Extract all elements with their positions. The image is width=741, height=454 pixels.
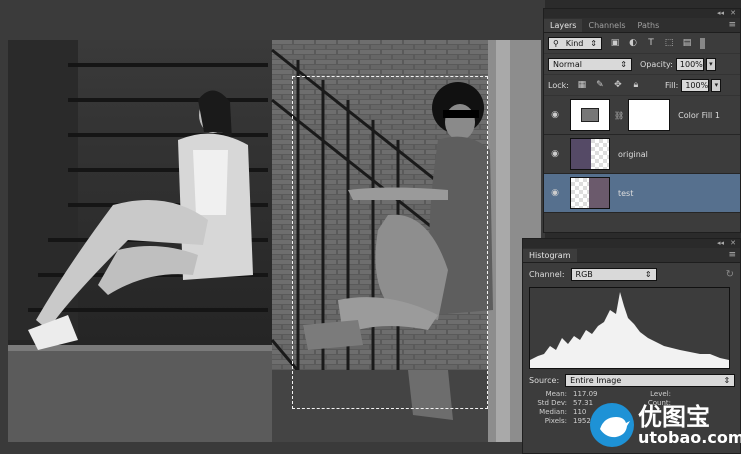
smart-object-filter-icon[interactable]: ▤ [682, 38, 692, 48]
tab-layers[interactable]: Layers [544, 19, 583, 32]
lock-label: Lock: [548, 80, 569, 90]
fill-label: Fill: [664, 80, 679, 90]
watermark-title: 优图宝 [638, 403, 710, 431]
layer-row-original[interactable]: ◉ original [544, 135, 740, 174]
blend-mode-select[interactable]: Normal ⇕ [548, 57, 632, 71]
layer-thumbnail [570, 99, 610, 131]
bird-logo-icon [590, 403, 634, 447]
chevron-down-icon: ⇕ [644, 270, 652, 279]
source-value: Entire Image [570, 376, 622, 385]
opacity-label: Opacity: [640, 59, 673, 69]
channel-row: Channel: RGB ⇕ ↻ [529, 268, 734, 281]
watermark: 优图宝 utobao.com [586, 396, 741, 454]
eye-icon[interactable]: ◉ [544, 110, 566, 120]
search-icon: ⚲ [553, 38, 559, 48]
layer-row-color-fill[interactable]: ◉ ⛓ Color Fill 1 [544, 96, 740, 135]
link-icon[interactable]: ⛓ [614, 111, 624, 120]
chevron-down-icon: ⇕ [590, 38, 597, 48]
pixel-filter-icon[interactable]: ▣ [610, 38, 620, 48]
filter-row: ⚲ Kind ⇕ ▣ ◐ T ⬚ ▤ [544, 33, 740, 54]
panel-topbar: ◂◂ ✕ [544, 9, 740, 18]
chevron-down-icon: ⇕ [723, 376, 731, 385]
filter-kind-value: Kind [565, 38, 584, 48]
mean-label: Mean: [545, 390, 567, 398]
blend-mode-value: Normal [553, 59, 582, 69]
lock-pixels-icon[interactable]: ✎ [595, 80, 605, 90]
blend-row: Normal ⇕ Opacity: 100% ▾ [544, 54, 740, 75]
channel-select[interactable]: RGB ⇕ [570, 268, 657, 281]
layers-tabs: Layers Channels Paths ≡ [544, 18, 740, 33]
median-label: Median: [539, 408, 567, 416]
fill-input[interactable]: 100% [681, 78, 710, 92]
stddev-label: Std Dev: [537, 399, 567, 407]
channel-label: Channel: [529, 270, 565, 279]
type-filter-icon[interactable]: T [646, 38, 656, 48]
opacity-input[interactable]: 100% [675, 57, 704, 71]
document-image[interactable] [8, 40, 541, 442]
layers-panel: ◂◂ ✕ Layers Channels Paths ≡ ⚲ Kind ⇕ ▣ … [543, 8, 741, 233]
fill-dropdown-icon[interactable]: ▾ [711, 78, 722, 92]
lock-transparent-icon[interactable]: ▦ [577, 80, 587, 90]
tab-channels[interactable]: Channels [582, 19, 631, 32]
histogram-graph [529, 287, 730, 369]
shape-filter-icon[interactable]: ⬚ [664, 38, 674, 48]
layer-name: test [618, 188, 634, 198]
histogram-tabs: Histogram ≡ [523, 248, 740, 263]
layer-row-test[interactable]: ◉ test [544, 174, 740, 213]
filter-toggle-icon[interactable] [700, 37, 705, 49]
histogram-curve [530, 288, 729, 368]
layer-mask-thumbnail [628, 99, 671, 131]
lock-position-icon[interactable]: ✥ [613, 80, 623, 90]
panel-topbar: ◂◂ ✕ [523, 239, 740, 248]
layer-name: Color Fill 1 [678, 110, 720, 120]
lock-row: Lock: ▦ ✎ ✥ 🔒︎ Fill: 100% ▾ [544, 75, 740, 96]
refresh-icon[interactable]: ↻ [726, 269, 734, 280]
layer-thumbnail [570, 177, 610, 209]
document-canvas[interactable] [0, 0, 545, 454]
watermark-url: utobao.com [638, 428, 741, 447]
close-icon[interactable]: ✕ [730, 9, 736, 17]
panel-menu-icon[interactable]: ≡ [728, 20, 736, 30]
layer-name: original [618, 149, 648, 159]
close-icon[interactable]: ✕ [730, 239, 736, 247]
source-select[interactable]: Entire Image ⇕ [565, 374, 736, 387]
panel-menu-icon[interactable]: ≡ [728, 250, 736, 260]
eye-icon[interactable]: ◉ [544, 149, 566, 159]
layer-thumbnail [570, 138, 610, 170]
collapse-icon[interactable]: ◂◂ [717, 239, 724, 247]
canvas-pasteboard [0, 0, 545, 40]
filter-kind-select[interactable]: ⚲ Kind ⇕ [548, 36, 602, 50]
tab-paths[interactable]: Paths [632, 19, 666, 32]
lock-all-icon[interactable]: 🔒︎ [631, 80, 641, 90]
source-row: Source: Entire Image ⇕ [529, 374, 739, 387]
channel-value: RGB [575, 270, 593, 279]
pixels-label: Pixels: [544, 417, 567, 425]
selection-marquee [292, 76, 488, 409]
source-label: Source: [529, 376, 560, 385]
eye-icon[interactable]: ◉ [544, 188, 566, 198]
adjustment-filter-icon[interactable]: ◐ [628, 38, 638, 48]
tab-histogram[interactable]: Histogram [523, 249, 577, 262]
opacity-dropdown-icon[interactable]: ▾ [705, 57, 716, 71]
collapse-icon[interactable]: ◂◂ [717, 9, 724, 17]
chevron-down-icon: ⇕ [620, 59, 627, 69]
